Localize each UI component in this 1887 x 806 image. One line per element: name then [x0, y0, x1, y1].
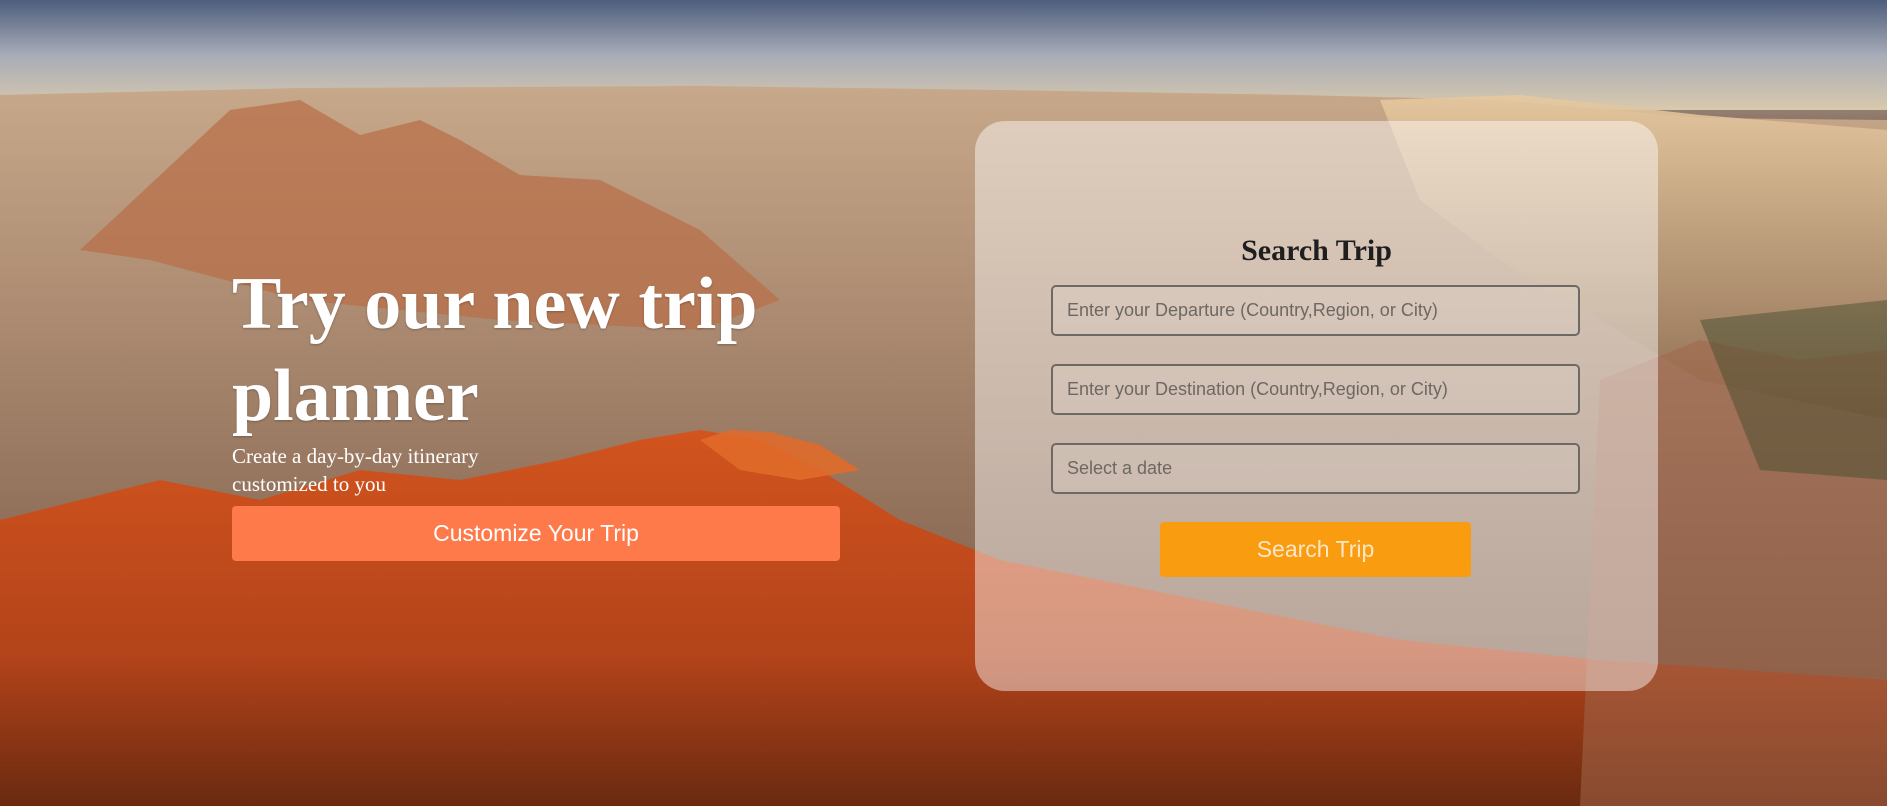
departure-input[interactable] — [1051, 285, 1580, 336]
hero-section: Try our new trip planner Create a day-by… — [232, 258, 852, 498]
search-trip-button[interactable]: Search Trip — [1160, 522, 1471, 577]
search-card-title: Search Trip — [1241, 234, 1392, 267]
destination-input[interactable] — [1051, 364, 1580, 415]
hero-title: Try our new trip planner — [232, 263, 758, 437]
date-input[interactable] — [1051, 443, 1580, 494]
hero-subtitle: Create a day-by-day itinerary customized… — [232, 444, 479, 496]
customize-trip-button[interactable]: Customize Your Trip — [232, 506, 840, 561]
